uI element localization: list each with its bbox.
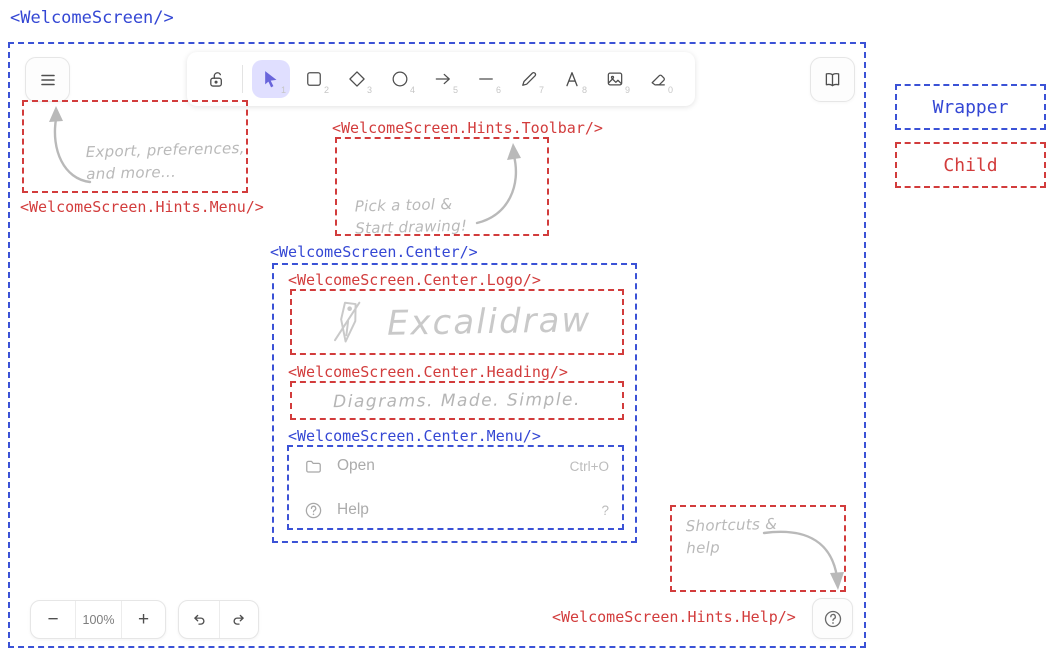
tool-shortcut: 2 [324,85,329,95]
selection-cursor-icon [261,69,281,89]
undo-redo-controls [178,600,259,639]
tool-diamond[interactable]: 3 [338,60,376,98]
library-button[interactable] [810,57,855,102]
tool-shortcut: 6 [496,85,501,95]
tool-text[interactable]: 8 [553,60,591,98]
unlock-icon [206,69,227,90]
main-menu-button[interactable] [25,57,70,102]
plus-icon: + [138,609,149,631]
hamburger-icon [38,70,58,90]
rectangle-icon [304,69,324,89]
hints-menu-box: Export, preferences, and more... [22,100,248,193]
zoom-out-button[interactable]: − [31,601,75,638]
tool-shortcut: 0 [668,85,673,95]
welcome-heading: Diagrams. Made. Simple. [290,380,624,422]
image-icon [605,69,625,89]
tool-ellipse[interactable]: 4 [381,60,419,98]
toolbar-separator [242,65,243,93]
excalidraw-logo: Excalidraw [300,296,614,348]
excalidraw-welcome-docs-figure: <WelcomeScreen/> [0,0,1053,661]
tool-shortcut: 3 [367,85,372,95]
menu-item-help[interactable]: Help ? [303,497,609,523]
hints-help-box: Shortcuts & help [670,505,846,592]
hints-toolbar-box: Pick a tool & Start drawing! [335,137,549,236]
tool-shortcut: 4 [410,85,415,95]
hint-help-text: Shortcuts & help [685,514,778,560]
menu-item-label: Open [337,457,375,475]
tool-shortcut: 9 [625,85,630,95]
line-icon [476,69,496,89]
hints-menu-label: <WelcomeScreen.Hints.Menu/> [20,198,264,216]
hint-toolbar-text: Pick a tool & Start drawing! [354,194,467,240]
legend-child-box: Child [895,142,1046,188]
menu-item-open[interactable]: Open Ctrl+O [303,453,609,479]
folder-icon [303,456,323,476]
welcomescreen-label: <WelcomeScreen/> [10,8,174,28]
menu-item-shortcut: Ctrl+O [570,459,609,474]
question-circle-icon [303,500,323,520]
legend-wrapper-box: Wrapper [895,84,1046,130]
tool-image[interactable]: 9 [596,60,634,98]
tool-shortcut: 1 [281,85,286,95]
undo-arrow-icon [190,611,208,629]
pen-nib-icon [323,296,373,348]
text-icon [562,69,582,89]
menu-item-shortcut: ? [601,503,609,518]
tool-selection[interactable]: 1 [252,60,290,98]
diamond-icon [347,69,367,89]
tool-arrow[interactable]: 5 [424,60,462,98]
menu-item-label: Help [337,501,369,519]
legend-child-label: Child [943,155,997,176]
ellipse-icon [390,69,410,89]
legend-wrapper-label: Wrapper [933,97,1009,118]
toolbar: 1 2 3 4 [187,52,695,106]
zoom-level-reset[interactable]: 100% [75,601,121,638]
tool-eraser[interactable]: 0 [639,60,677,98]
undo-button[interactable] [179,601,219,638]
center-logo-label: <WelcomeScreen.Center.Logo/> [288,271,541,289]
zoom-in-button[interactable]: + [121,601,165,638]
logo-wordmark: Excalidraw [387,300,592,344]
redo-button[interactable] [219,601,259,638]
center-menu-label: <WelcomeScreen.Center.Menu/> [288,427,541,445]
center-label: <WelcomeScreen.Center/> [270,243,478,261]
minus-icon: − [47,609,58,631]
tool-shortcut: 7 [539,85,544,95]
arrow-icon [433,69,453,89]
hints-help-label: <WelcomeScreen.Hints.Help/> [552,608,796,626]
tool-line[interactable]: 6 [467,60,505,98]
center-heading-label: <WelcomeScreen.Center.Heading/> [288,363,568,381]
tool-shortcut: 5 [453,85,458,95]
tool-shortcut: 8 [582,85,587,95]
book-icon [822,69,843,90]
eraser-icon [648,69,668,89]
hints-toolbar-label: <WelcomeScreen.Hints.Toolbar/> [332,119,603,137]
zoom-controls: − 100% + [30,600,166,639]
hint-menu-text: Export, preferences, and more... [85,138,245,186]
help-button[interactable] [812,598,853,639]
lock-tool-button[interactable] [199,60,233,98]
tool-rectangle[interactable]: 2 [295,60,333,98]
pencil-icon [519,69,539,89]
redo-arrow-icon [230,611,248,629]
tool-draw[interactable]: 7 [510,60,548,98]
question-circle-icon [823,609,843,629]
